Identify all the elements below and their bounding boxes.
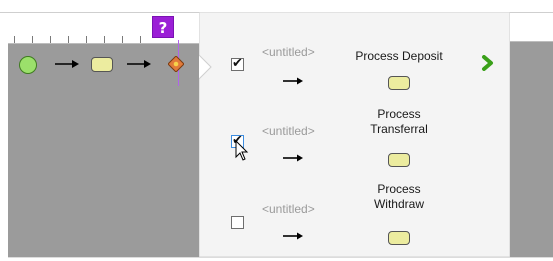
ruler-right (510, 12, 553, 42)
help-badge[interactable]: ? (152, 16, 174, 38)
row-checkbox-deposit[interactable]: ✔ (231, 56, 244, 71)
task-label-deposit: Process Deposit (355, 49, 443, 63)
task-label-line: Process (377, 182, 421, 196)
gateway-path-popup: ✔ <untitled> Process Deposit ✔ <untitled… (199, 12, 510, 257)
checkmark-icon: ✔ (232, 56, 243, 71)
task-icon (388, 231, 410, 245)
task-label-line: Withdraw (373, 197, 424, 211)
task-label-transferral: Process Transferral (349, 107, 449, 137)
flow-name-label: <untitled> (262, 45, 315, 59)
task-label-withdraw: Process Withdraw (349, 182, 449, 212)
canvas-right (510, 42, 553, 257)
task-icon (388, 153, 410, 167)
start-event-node[interactable] (19, 56, 37, 74)
bottom-border (8, 257, 553, 258)
arrow-icon (283, 154, 303, 162)
gateway-node[interactable] (168, 56, 184, 72)
arrow-icon (283, 232, 303, 240)
arrow-icon (283, 77, 303, 85)
row-checkbox-withdraw[interactable] (231, 216, 244, 229)
arrow-icon (127, 60, 151, 68)
task-label-line: Transferral (370, 122, 428, 136)
flow-name-label: <untitled> (262, 202, 315, 216)
task-label-line: Process (377, 107, 421, 121)
diagram-canvas[interactable] (8, 12, 199, 257)
chevron-right-icon[interactable] (481, 55, 495, 71)
arrow-icon (55, 60, 79, 68)
mouse-cursor-icon (235, 140, 249, 161)
task-icon (388, 76, 410, 90)
task-node[interactable] (91, 57, 113, 72)
flow-name-label: <untitled> (262, 124, 315, 138)
